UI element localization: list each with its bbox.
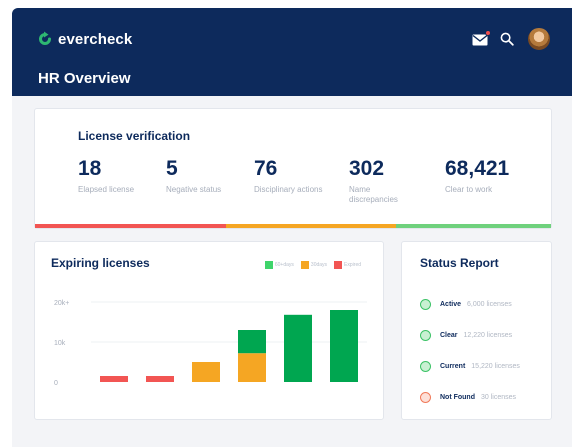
stat-value: 5 bbox=[166, 157, 178, 180]
stat-label: Elapsed license bbox=[78, 185, 135, 194]
page-title: HR Overview bbox=[38, 70, 131, 87]
legend-swatch bbox=[334, 261, 343, 269]
notification-dot bbox=[485, 30, 491, 36]
y-tick-label: 20k+ bbox=[54, 300, 69, 307]
verification-progress-bar bbox=[35, 224, 551, 228]
status-dot-icon bbox=[420, 299, 431, 310]
legend-item-60-days[interactable]: 60+days bbox=[264, 261, 294, 269]
avatar[interactable] bbox=[526, 26, 552, 52]
status-report-card: Status Report Active 6,000 licenses Clea… bbox=[401, 241, 552, 420]
stat-label: Name discrepancies bbox=[349, 185, 398, 204]
stat-value: 18 bbox=[78, 157, 102, 180]
stat-value: 68,421 bbox=[445, 157, 510, 180]
legend-item-30-days[interactable]: 30days bbox=[300, 261, 328, 269]
status-count: 30 licenses bbox=[481, 394, 517, 401]
status-dot-icon bbox=[420, 361, 431, 372]
stat-value: 302 bbox=[349, 157, 385, 180]
mail-icon[interactable] bbox=[472, 30, 491, 46]
chart-legend: 60+days 30days Expired bbox=[264, 261, 361, 269]
brand-name: evercheck bbox=[58, 30, 133, 48]
status-item-clear[interactable]: Clear 12,220 licenses bbox=[420, 320, 520, 351]
status-count: 6,000 licenses bbox=[467, 301, 512, 308]
expiring-licenses-chart: 0 10k 20k+ bbox=[54, 300, 367, 387]
status-dot-icon bbox=[420, 392, 431, 403]
status-name: Active bbox=[440, 301, 462, 308]
status-count: 12,220 licenses bbox=[463, 332, 513, 339]
stat-label: Negative status bbox=[166, 185, 222, 194]
expiring-licenses-card: Expiring licenses 60+days 30days Expired… bbox=[34, 241, 384, 420]
stat-name-discrepancies: 302 Name discrepancies bbox=[349, 157, 419, 205]
status-name: Current bbox=[440, 363, 466, 370]
top-bar: evercheck HR Overview bbox=[12, 8, 572, 96]
legend-swatch bbox=[264, 261, 273, 269]
bar-expired bbox=[100, 376, 128, 382]
search-icon[interactable] bbox=[500, 32, 514, 46]
license-verification-card: License verification 18 Elapsed license … bbox=[34, 108, 552, 229]
bar-expired bbox=[146, 376, 174, 382]
expiring-licenses-title: Expiring licenses bbox=[51, 256, 150, 270]
stat-value: 76 bbox=[254, 157, 278, 180]
stat-label: Disciplinary actions bbox=[254, 185, 323, 194]
status-dot-icon bbox=[420, 330, 431, 341]
legend-label: Expired bbox=[344, 262, 361, 268]
progress-segment-2 bbox=[396, 224, 551, 228]
status-name: Clear bbox=[440, 332, 458, 339]
app-frame: evercheck HR Overview License verificati… bbox=[12, 8, 572, 447]
bar-60-days bbox=[238, 330, 266, 354]
stat-negative-status: 5 Negative status bbox=[166, 157, 236, 195]
legend-label: 30days bbox=[310, 262, 328, 268]
y-tick-label: 10k bbox=[54, 340, 66, 347]
legend-swatch bbox=[300, 261, 309, 269]
status-item-current[interactable]: Current 15,220 licenses bbox=[420, 351, 520, 382]
legend-item-expired[interactable]: Expired bbox=[334, 261, 361, 269]
status-item-active[interactable]: Active 6,000 licenses bbox=[420, 289, 520, 320]
status-count: 15,220 licenses bbox=[471, 363, 520, 370]
license-verification-title: License verification bbox=[78, 129, 191, 143]
progress-segment-0 bbox=[35, 224, 226, 228]
stat-label: Clear to work bbox=[445, 185, 493, 194]
top-actions bbox=[472, 26, 552, 52]
stat-elapsed-license: 18 Elapsed license bbox=[78, 157, 148, 195]
status-report-title: Status Report bbox=[420, 256, 499, 270]
y-tick-label: 0 bbox=[54, 380, 58, 387]
status-list: Active 6,000 licenses Clear 12,220 licen… bbox=[420, 289, 520, 413]
status-name: Not Found bbox=[440, 394, 475, 401]
bar-60-days bbox=[330, 310, 358, 382]
bar-30days bbox=[192, 362, 220, 382]
progress-segment-1 bbox=[225, 224, 397, 228]
brand-logo[interactable]: evercheck bbox=[36, 30, 132, 48]
legend-label: 60+days bbox=[274, 262, 294, 268]
status-item-not-found[interactable]: Not Found 30 licenses bbox=[420, 382, 520, 413]
bar-30days bbox=[238, 353, 266, 382]
stat-disciplinary-actions: 76 Disciplinary actions bbox=[254, 157, 324, 195]
bar-60-days bbox=[284, 314, 312, 382]
stat-clear-to-work: 68,421 Clear to work bbox=[445, 157, 515, 195]
logo-icon bbox=[39, 31, 51, 45]
